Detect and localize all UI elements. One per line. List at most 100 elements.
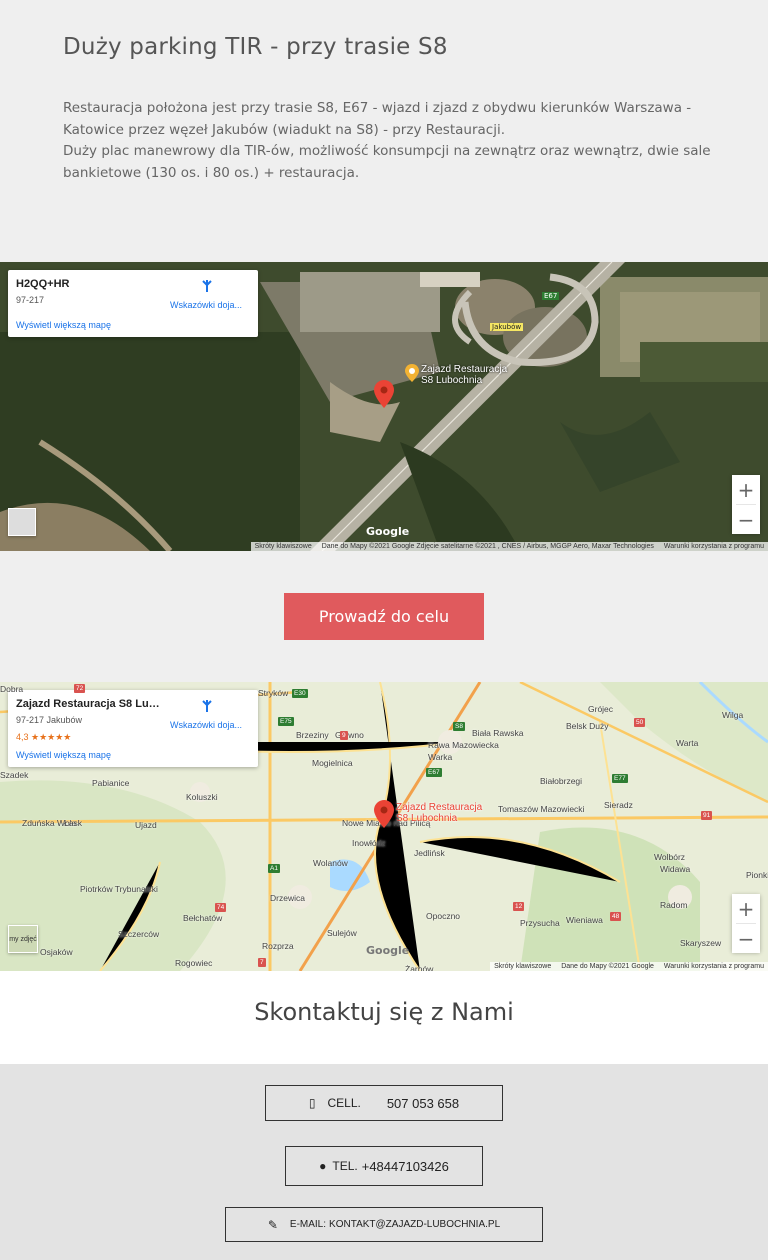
zoom-in-button[interactable]: +	[732, 894, 760, 923]
map-type-toggle[interactable]	[8, 508, 36, 536]
pencil-icon: ✎	[267, 1217, 278, 1232]
road-shield: E75	[278, 717, 294, 726]
road-shield: A1	[268, 864, 280, 873]
google-logo: Google	[366, 525, 410, 538]
label-e67: E67	[542, 292, 560, 300]
satellite-map[interactable]: H2QQ+HR 97-217 Wskazówki doja... Wyświet…	[0, 262, 768, 551]
view-larger-map-link[interactable]: Wyświetl większą mapę	[16, 320, 111, 330]
map-place-label: Koluszki	[186, 792, 218, 802]
terms-link[interactable]: Warunki korzystania z programu	[664, 963, 764, 970]
cell-label: CELL.	[327, 1096, 361, 1110]
zoom-out-button[interactable]: −	[732, 924, 760, 953]
map-place-label: Skaryszew	[680, 938, 722, 948]
contact-section: ▯ CELL. 507 053 658 ● TEL. +48447103426 …	[0, 1064, 768, 1260]
map-attribution: Skróty klawiszowe Dane do Mapy ©2021 Goo…	[250, 542, 768, 551]
map-place-label: Belsk Duży	[566, 721, 609, 731]
intro-paragraph-1: Restauracja położona jest przy trasie S8…	[63, 100, 692, 138]
view-larger-map-link[interactable]: Wyświetl większą mapę	[16, 750, 111, 760]
directions-link[interactable]: Wskazówki doja...	[170, 720, 242, 730]
email-value: KONTAKT@ZAJAZD-LUBOCHNIA.PL	[329, 1219, 501, 1230]
map-place-label: Dobra	[0, 684, 24, 694]
cell-value: 507 053 658	[386, 1095, 460, 1111]
map-place-label: Mogielnica	[312, 758, 353, 768]
map-place-label: Brzeziny	[296, 730, 329, 740]
label-jakubow: Jakubów	[490, 323, 524, 331]
restaurant-icon[interactable]	[405, 364, 419, 382]
tel-value: +48447103426	[361, 1158, 449, 1174]
road-shield: 72	[74, 684, 86, 693]
person-icon: ●	[319, 1159, 327, 1173]
contact-heading-section: Skontaktuj się z Nami	[0, 971, 768, 1064]
map-place-label: Rozprza	[262, 941, 294, 951]
map-place-label: Jedlińsk	[414, 848, 445, 858]
location-pin-icon[interactable]	[374, 380, 394, 408]
map-place-label: Biała Rawska	[472, 728, 524, 738]
road-shield: E30	[292, 689, 308, 698]
road-shield: E77	[612, 774, 628, 783]
cell-phone-button[interactable]: ▯ CELL. 507 053 658	[265, 1085, 503, 1121]
map-place-label: Wolbórz	[654, 852, 686, 862]
road-shield: 7	[258, 958, 266, 967]
directions-icon[interactable]	[200, 279, 214, 293]
zoom-control: + −	[732, 475, 760, 534]
map-place-label: Pionki	[746, 870, 768, 880]
map-place-label: Rogowiec	[175, 958, 213, 968]
zoom-out-button[interactable]: −	[732, 505, 760, 534]
road-shield: 91	[701, 811, 713, 820]
google-logo: Google	[366, 944, 410, 957]
map-place-label: Wieniawa	[566, 915, 603, 925]
map-place-label: Sulejów	[327, 928, 357, 938]
road-shield: 48	[610, 912, 622, 921]
page-title: Duży parking TIR - przy trasie S8	[63, 34, 448, 60]
intro-section: Duży parking TIR - przy trasie S8 Restau…	[0, 0, 768, 262]
telephone-button[interactable]: ● TEL. +48447103426	[285, 1146, 483, 1186]
map-attribution: Skróty klawiszowe Dane do Mapy ©2021 Goo…	[490, 962, 768, 971]
zoom-in-button[interactable]: +	[732, 475, 760, 504]
map-place-label: Sieradz	[604, 800, 633, 810]
road-shield: 9	[340, 731, 348, 740]
map-place-label: Żarnów	[405, 964, 434, 971]
navigate-button[interactable]: Prowadź do celu	[284, 593, 484, 640]
map-place-label: Rawa Mazowiecka	[428, 740, 499, 750]
map-place-label: Osjaków	[40, 947, 73, 957]
keyboard-shortcuts-link[interactable]: Skróty klawiszowe	[255, 543, 312, 550]
map-place-label: Piotrków Trybunalski	[80, 884, 158, 894]
zoom-control: + −	[732, 894, 760, 953]
cta-section: Prowadź do celu	[0, 551, 768, 682]
map-place-label: Szadek	[0, 770, 29, 780]
map-place-label: Pabianice	[92, 778, 130, 788]
place-title: H2QQ+HR	[16, 278, 70, 290]
place-rating: 4,3 ★★★★★	[16, 732, 72, 742]
road-shield: E67	[426, 768, 442, 777]
map-place-label: Ujazd	[135, 820, 157, 830]
map-place-label: Widawa	[660, 864, 691, 874]
intro-paragraph-2: Duży plac manewrowy dla TIR-ów, możliwoś…	[63, 143, 711, 181]
map-place-label: Przysucha	[520, 918, 560, 928]
map-place-label: Inowłódz	[352, 838, 386, 848]
map-place-label: Opoczno	[426, 911, 461, 921]
map-type-toggle[interactable]: my zdjęć	[8, 925, 38, 953]
map-place-label: Wilga	[722, 710, 744, 720]
map-place-label: Łask	[64, 818, 82, 828]
directions-icon[interactable]	[200, 699, 214, 713]
place-info-card: H2QQ+HR 97-217 Wskazówki doja... Wyświet…	[8, 270, 258, 337]
terms-link[interactable]: Warunki korzystania z programu	[664, 543, 764, 550]
contact-heading: Skontaktuj się z Nami	[254, 998, 514, 1026]
road-map[interactable]: Zajazd Restauracja S8 Luboch... 97-217 J…	[0, 682, 768, 971]
mobile-phone-icon: ▯	[308, 1096, 316, 1110]
place-info-card: Zajazd Restauracja S8 Luboch... 97-217 J…	[8, 690, 258, 767]
map-place-label: Bełchatów	[183, 913, 223, 923]
keyboard-shortcuts-link[interactable]: Skróty klawiszowe	[494, 963, 551, 970]
map-pin-label: Zajazd Restauracja S8 Lubochnia	[421, 364, 508, 386]
map-place-label: Warka	[428, 752, 453, 762]
map-place-label: Grójec	[588, 704, 614, 714]
place-address: 97-217 Jakubów	[16, 715, 83, 725]
road-shield: S8	[453, 722, 465, 731]
map-place-label: Szczerców	[118, 929, 160, 939]
location-pin-icon[interactable]	[374, 800, 394, 828]
email-label: E-MAIL:	[289, 1219, 327, 1230]
directions-link[interactable]: Wskazówki doja...	[170, 300, 242, 310]
email-button[interactable]: ✎ E-MAIL: KONTAKT@ZAJAZD-LUBOCHNIA.PL	[225, 1207, 543, 1242]
place-address: 97-217	[16, 295, 45, 305]
map-place-label: Stryków	[258, 688, 289, 698]
